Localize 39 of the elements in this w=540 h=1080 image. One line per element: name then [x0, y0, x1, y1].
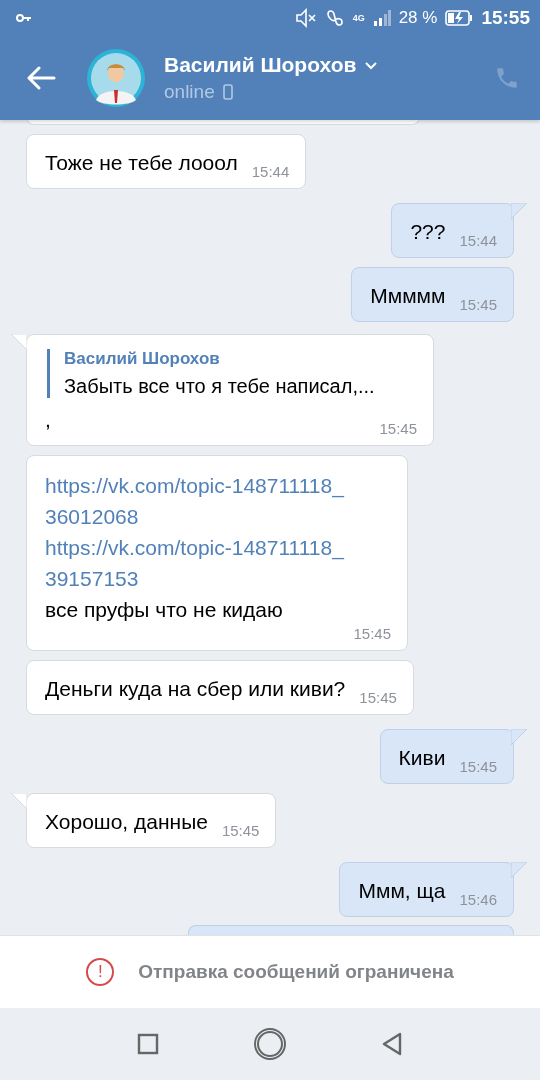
message-text: ??? [410, 218, 446, 245]
message-time: 15:44 [251, 162, 290, 180]
message-text: Киви [398, 744, 446, 771]
back-button-icon[interactable] [381, 1032, 403, 1056]
message-text: все пруфы что не кидаю [45, 596, 284, 623]
warning-icon: ! [86, 958, 115, 986]
message-time: 15:44 [459, 231, 497, 249]
contact-name[interactable]: Василий Шорохов [164, 53, 357, 77]
quote-author: Василий Шорохов [64, 348, 221, 369]
message-text: Хорошо, данные [45, 808, 208, 835]
notice-text: Отправка сообщений ограничена [138, 961, 454, 983]
battery-percent: 28 % [398, 8, 438, 28]
online-status: online [164, 81, 215, 103]
signal-icon [372, 10, 391, 26]
quote-text: Забыть все что я тебе написал,... [64, 374, 376, 398]
message-text: Тоже не тебе лооол [45, 149, 238, 176]
avatar-icon[interactable] [86, 48, 146, 108]
home-button-icon[interactable] [253, 1027, 287, 1061]
message-time: 15:45 [459, 757, 497, 775]
message-time: 15:45 [379, 419, 417, 437]
message-text: , [45, 406, 51, 433]
message-time: 15:45 [459, 295, 497, 313]
message-time: 15:45 [359, 688, 397, 706]
network-label: 4G [352, 13, 365, 23]
link[interactable]: https://vk.com/topic-148711118_39157153 [45, 531, 351, 594]
message-text: Ммммм [370, 282, 446, 309]
back-arrow-icon[interactable] [26, 66, 56, 90]
mute-icon [294, 8, 317, 28]
message-text: Деньги куда на сбер или киви? [45, 675, 346, 702]
message-time: 15:45 [353, 624, 391, 642]
message-time: 15:46 [459, 890, 497, 908]
chevron-down-icon[interactable] [364, 60, 379, 70]
battery-charging-icon [445, 10, 474, 26]
key-icon [16, 13, 32, 23]
message-text: Ммм, ща [358, 877, 446, 904]
message-time: 15:45 [221, 821, 260, 839]
clock-time: 15:55 [481, 7, 530, 29]
phone-device-icon [222, 84, 233, 100]
recents-button-icon[interactable] [137, 1033, 159, 1055]
